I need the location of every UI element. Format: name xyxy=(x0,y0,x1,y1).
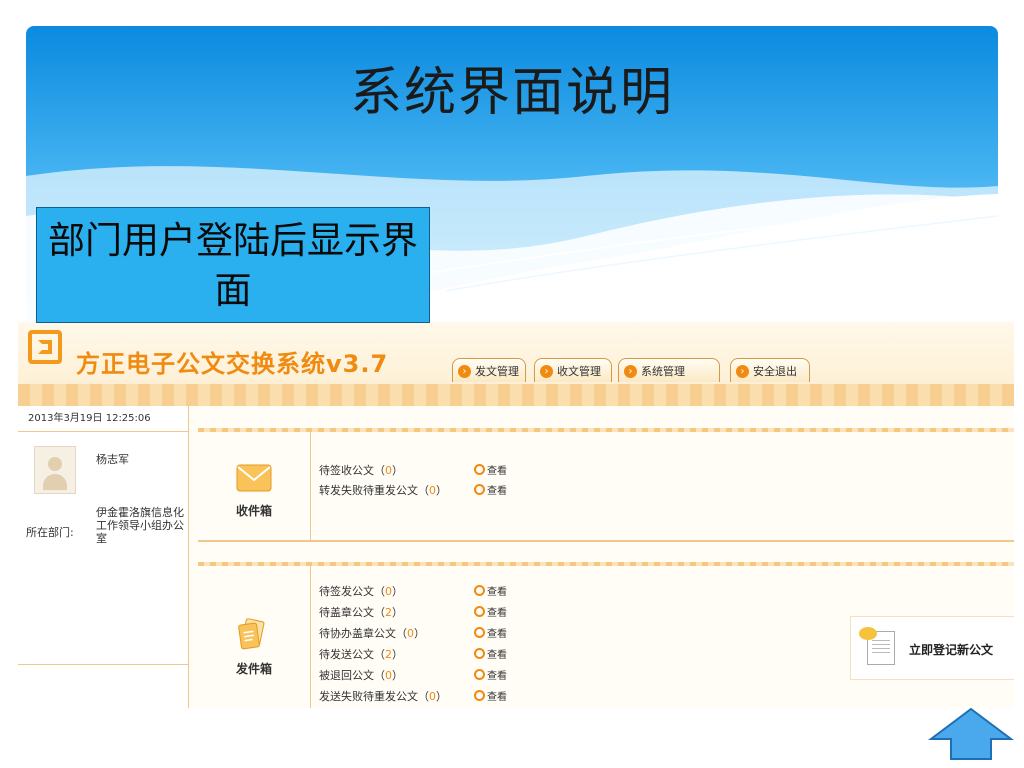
view-link[interactable]: 查看 xyxy=(474,482,507,497)
magnifier-icon xyxy=(474,690,485,701)
tab-system-management[interactable]: › 系统管理 xyxy=(618,358,720,382)
divider xyxy=(310,432,311,540)
magnifier-icon xyxy=(474,585,485,596)
app-screenshot: 方正电子公文交换系统v3.7 › 发文管理 › 收文管理 › 系统管理 › 安全… xyxy=(18,322,1014,708)
list-item: 转发失败待重发公文（0） xyxy=(319,484,447,497)
list-item: 待签收公文（0） xyxy=(319,464,403,477)
list-item: 待签发公文（0） xyxy=(319,585,403,598)
arrow-circle-icon: › xyxy=(624,365,637,378)
view-link[interactable]: 查看 xyxy=(474,646,507,661)
magnifier-icon xyxy=(474,648,485,659)
magnifier-icon xyxy=(474,606,485,617)
list-item: 被退回公文（0） xyxy=(319,669,403,682)
arrow-circle-icon: › xyxy=(458,365,471,378)
dept-value: 伊金霍洛旗信息化工作领导小组办公室 xyxy=(96,506,184,545)
tab-logout[interactable]: › 安全退出 xyxy=(730,358,810,382)
register-label: 立即登记新公文 xyxy=(909,643,994,657)
inbox-label: 收件箱 xyxy=(235,504,272,518)
app-title: 方正电子公文交换系统v3.7 xyxy=(76,350,389,378)
outbox-label: 发件箱 xyxy=(235,662,272,676)
app-header: 方正电子公文交换系统v3.7 › 发文管理 › 收文管理 › 系统管理 › 安全… xyxy=(18,322,1014,384)
divider xyxy=(310,566,311,708)
divider xyxy=(198,562,1014,566)
sidebar: 2013年3月19日 12:25:06 杨志军 所在部门: 伊金霍洛旗信息化工作… xyxy=(18,406,189,708)
list-item: 待发送公文（2） xyxy=(319,648,403,661)
magnifier-icon xyxy=(474,484,485,495)
view-link[interactable]: 查看 xyxy=(474,462,507,477)
avatar xyxy=(34,446,76,494)
magnifier-icon xyxy=(474,464,485,475)
tab-label: 系统管理 xyxy=(641,365,685,378)
magnifier-icon xyxy=(474,627,485,638)
divider xyxy=(198,540,1014,542)
arrow-circle-icon: › xyxy=(736,365,749,378)
envelope-icon xyxy=(236,464,272,492)
slide-title: 系统界面说明 xyxy=(349,63,674,123)
up-arrow-icon[interactable] xyxy=(928,706,1014,762)
magnifier-icon xyxy=(474,669,485,680)
view-link[interactable]: 查看 xyxy=(474,583,507,598)
callout-box: 部门用户登陆后显示界面 xyxy=(36,207,430,323)
tab-send-management[interactable]: › 发文管理 xyxy=(452,358,526,382)
divider xyxy=(198,428,1014,432)
list-item: 待协办盖章公文（0） xyxy=(319,627,425,640)
dept-label: 所在部门: xyxy=(26,526,74,539)
datetime: 2013年3月19日 12:25:06 xyxy=(18,406,188,432)
tab-label: 安全退出 xyxy=(753,365,797,378)
arrow-circle-icon: › xyxy=(540,365,553,378)
register-new-doc-button[interactable]: 立即登记新公文 xyxy=(850,616,1014,680)
view-link[interactable]: 查看 xyxy=(474,667,507,682)
list-item: 发送失败待重发公文（0） xyxy=(319,690,447,703)
speech-bubble-icon xyxy=(859,627,877,640)
view-link[interactable]: 查看 xyxy=(474,625,507,640)
tab-receive-management[interactable]: › 收文管理 xyxy=(534,358,612,382)
tab-label: 收文管理 xyxy=(557,365,601,378)
decorative-pattern xyxy=(18,384,1014,406)
list-item: 待盖章公文（2） xyxy=(319,606,403,619)
divider xyxy=(18,664,188,665)
tab-label: 发文管理 xyxy=(475,365,519,378)
user-name: 杨志军 xyxy=(96,453,129,466)
logo-icon xyxy=(28,330,62,364)
view-link[interactable]: 查看 xyxy=(474,688,507,703)
view-link[interactable]: 查看 xyxy=(474,604,507,619)
documents-icon xyxy=(238,618,265,650)
